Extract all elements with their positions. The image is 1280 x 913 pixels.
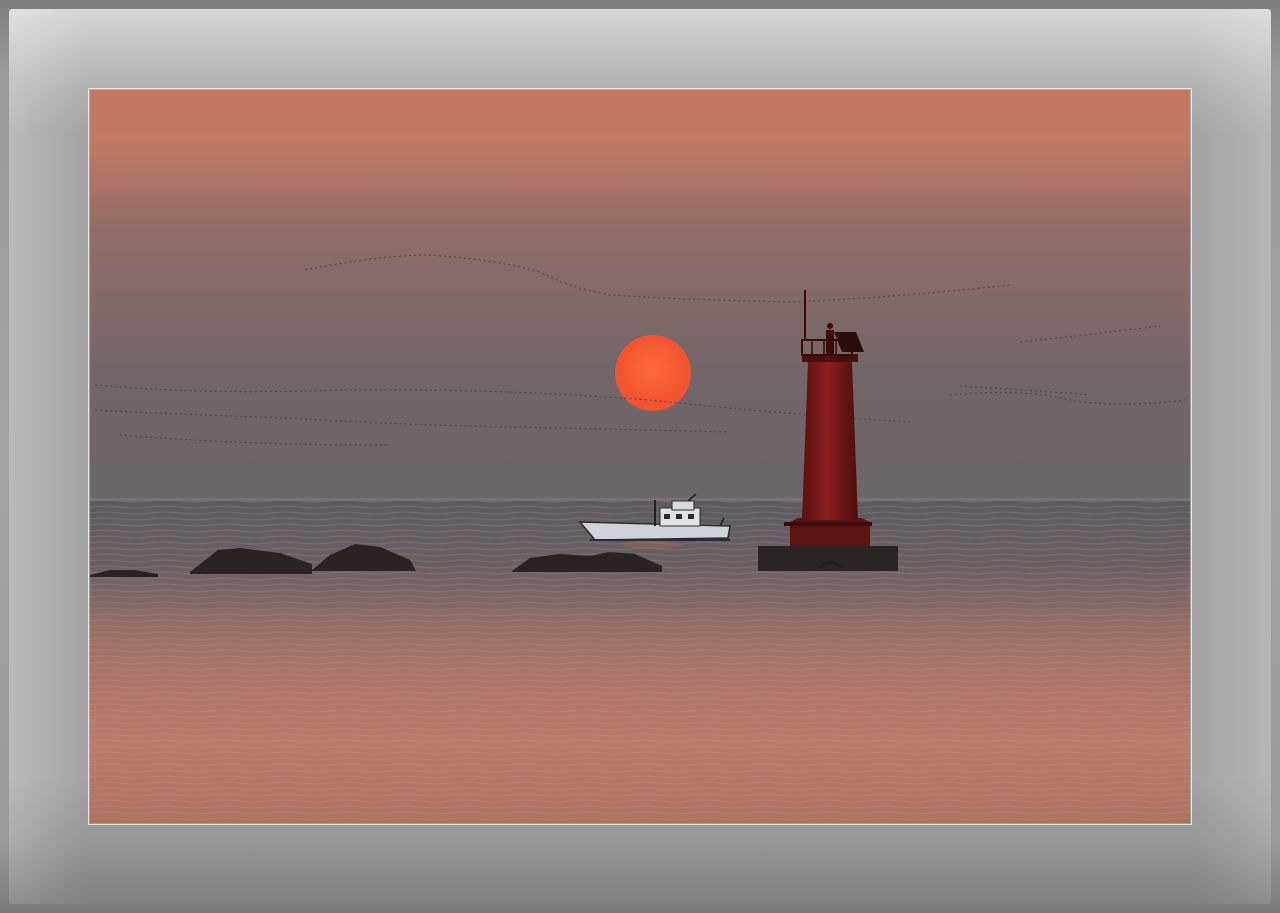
sky [90, 90, 1190, 500]
sunset-scene [90, 90, 1190, 823]
lighthouse-base [758, 546, 898, 571]
photograph [90, 90, 1190, 823]
sun [615, 335, 691, 411]
picture-frame [0, 0, 1280, 913]
